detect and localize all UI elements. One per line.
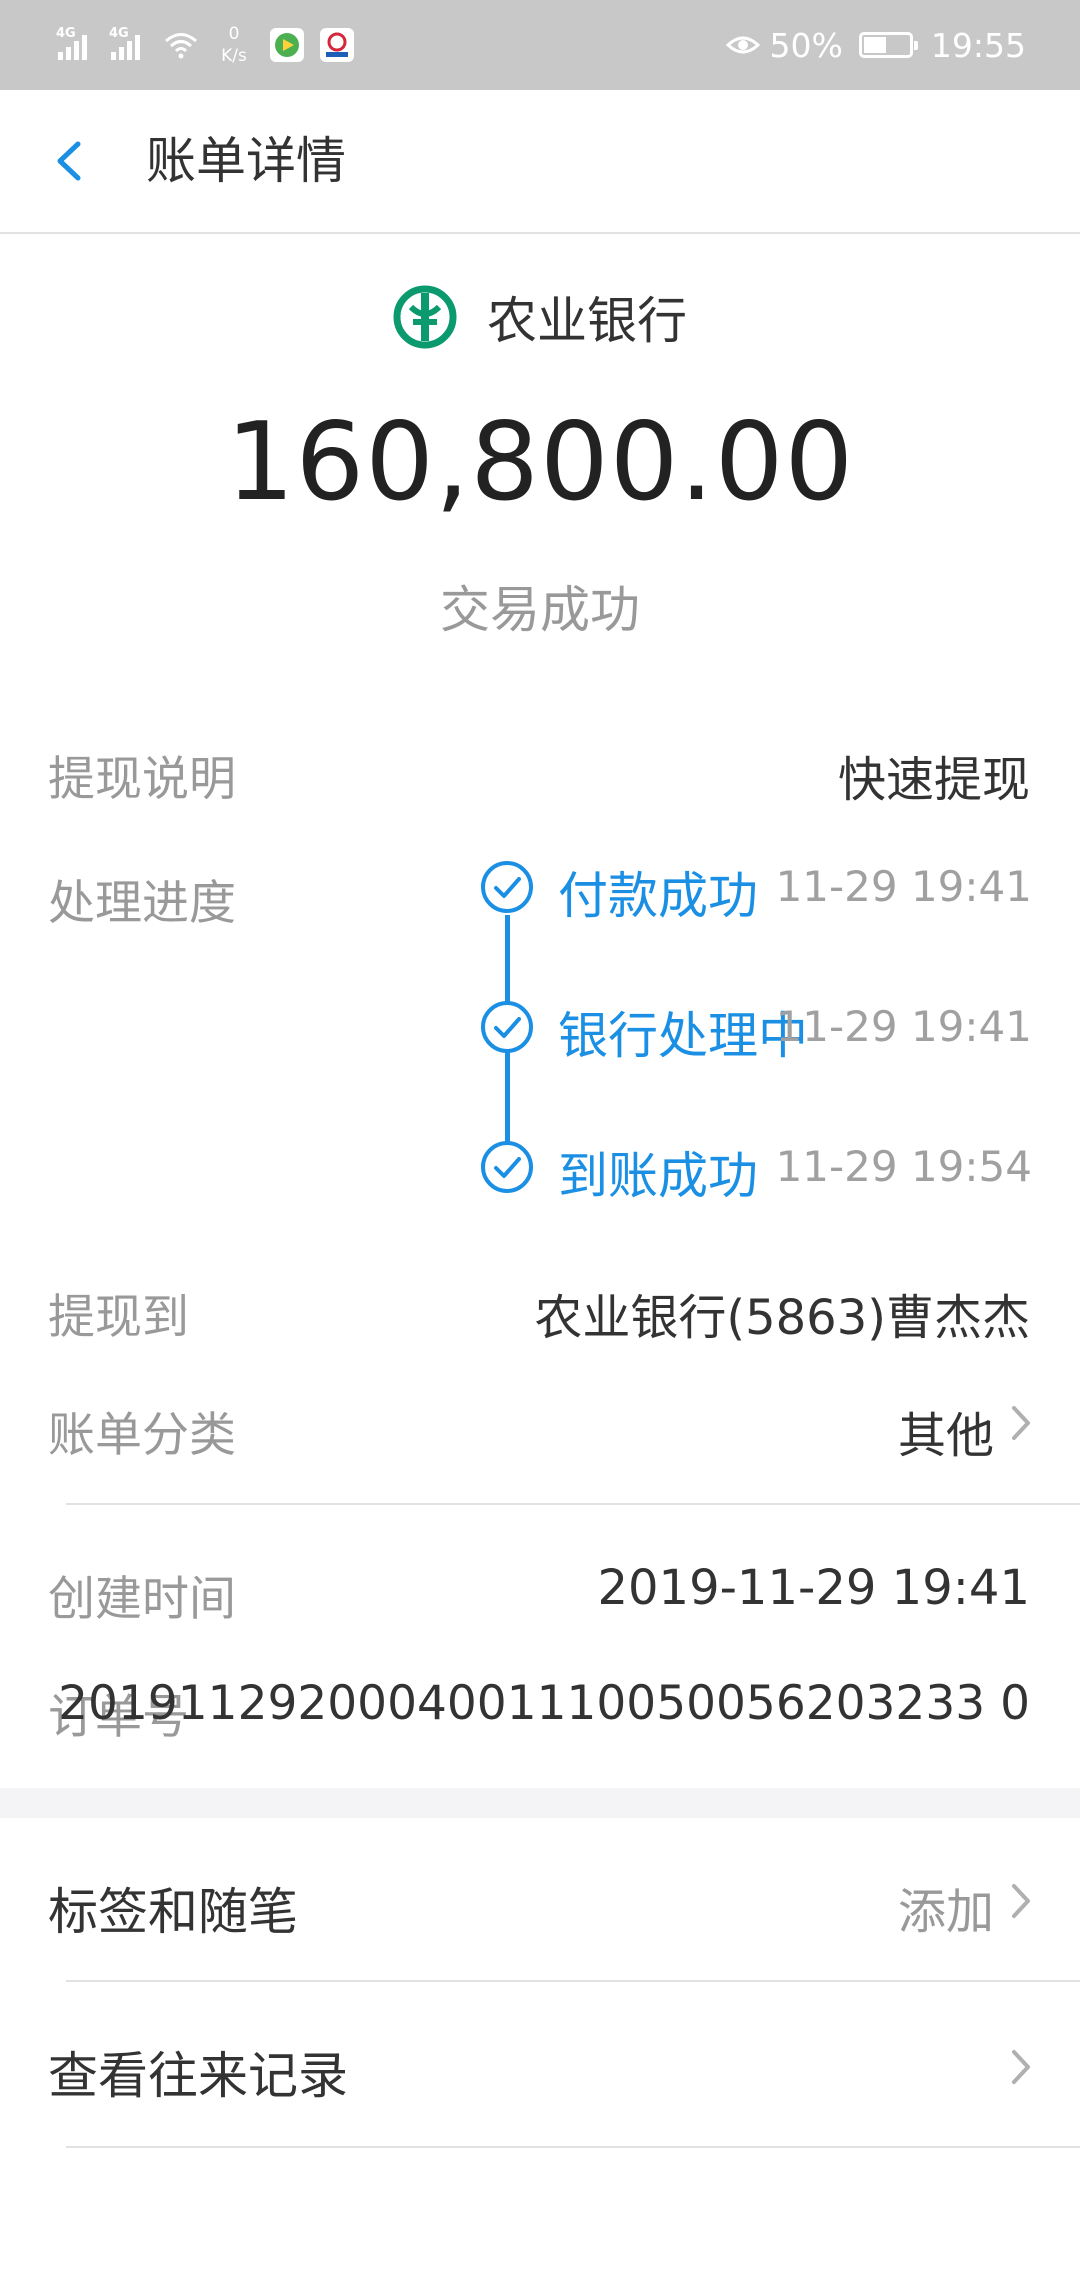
battery-percent: 50% (769, 25, 843, 65)
bank-name: 农业银行 (487, 292, 687, 350)
progress-time-1: 11-29 19:41 (775, 862, 1032, 911)
created-time-value: 2019-11-29 19:41 (597, 1560, 1030, 1616)
signal-icon: 4G (109, 26, 148, 60)
withdraw-to-label: 提现到 (48, 1290, 189, 1345)
chevron-left-icon[interactable] (40, 128, 100, 194)
signal-icon: 4G (56, 26, 95, 60)
divider (66, 1980, 1080, 1982)
progress-label: 处理进度 (48, 876, 236, 931)
progress-step-2: 银行处理中 (558, 1007, 808, 1065)
clock: 19:55 (930, 25, 1026, 65)
agricultural-bank-logo-icon (393, 285, 457, 349)
withdraw-desc-label: 提现说明 (48, 752, 236, 807)
divider (66, 2146, 1080, 2148)
withdraw-desc-value: 快速提现 (837, 752, 1030, 808)
speed-value: 0 (228, 24, 240, 44)
check-circle-icon (481, 1001, 533, 1053)
video-app-icon (270, 28, 304, 62)
eye-icon (725, 36, 760, 54)
divider (66, 1503, 1080, 1505)
status-bar-right: 50% 19:55 (725, 20, 1026, 70)
category-value[interactable]: 其他 (898, 1396, 994, 1466)
chevron-right-icon[interactable] (1008, 1400, 1034, 1446)
transaction-amount: 160,800.00 (225, 400, 855, 525)
category-label[interactable]: 账单分类 (48, 1396, 236, 1465)
progress-step-1: 付款成功 (558, 867, 758, 925)
order-number-value: 2019112920004001110050056203233 0 (58, 1676, 1030, 1731)
withdraw-to-value: 农业银行(5863)曹杰杰 (534, 1290, 1030, 1346)
check-circle-icon (481, 1141, 533, 1193)
battery-icon (858, 32, 918, 58)
chevron-right-icon[interactable] (1008, 1878, 1034, 1924)
network-type-label: 4G (56, 26, 76, 41)
tags-add-link[interactable]: 添加 (898, 1872, 994, 1942)
battery-level (863, 37, 886, 53)
created-time-label: 创建时间 (48, 1572, 236, 1627)
wifi-icon (165, 33, 197, 59)
app-header: 账单详情 (0, 90, 1080, 234)
bank-summary: 农业银行 (0, 280, 1080, 354)
status-bar-left: 4G 4G 0 K/s (56, 20, 354, 70)
progress-time-3: 11-29 19:54 (775, 1142, 1032, 1191)
page-title: 账单详情 (146, 132, 346, 190)
progress-step-3: 到账成功 (558, 1147, 758, 1205)
network-type-label: 4G (109, 26, 129, 41)
progress-time-2: 11-29 19:41 (775, 1002, 1032, 1051)
transaction-status: 交易成功 (440, 581, 640, 639)
status-bar: 4G 4G 0 K/s 50% 19:55 (0, 0, 1080, 90)
network-speed: 0 K/s (214, 23, 254, 67)
tags-notes-label[interactable]: 标签和随笔 (48, 1872, 298, 1944)
check-circle-icon (481, 861, 533, 913)
bank-app-icon (320, 28, 354, 62)
speed-unit: K/s (221, 46, 247, 66)
section-gap (0, 1788, 1080, 1818)
view-history-label[interactable]: 查看往来记录 (48, 2036, 348, 2108)
chevron-right-icon[interactable] (1008, 2044, 1034, 2090)
